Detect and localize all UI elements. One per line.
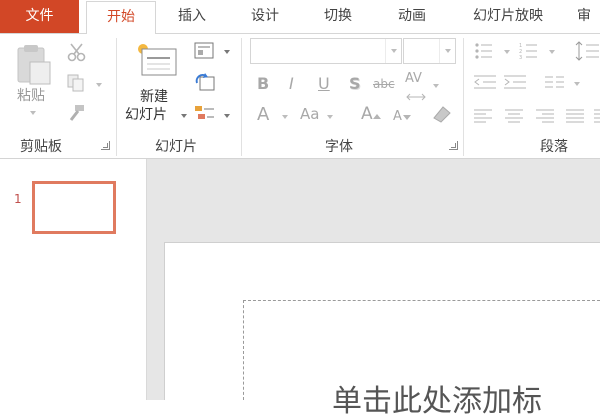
new-slide-dropdown-icon[interactable]	[181, 114, 187, 118]
paste-icon	[17, 45, 51, 85]
decrease-indent-icon	[474, 75, 496, 89]
group-divider	[116, 38, 117, 156]
group-label-slides: 幻灯片	[155, 139, 197, 155]
section-button[interactable]	[194, 104, 216, 128]
font-name-dropdown-icon[interactable]	[385, 39, 401, 63]
title-placeholder-text: 单击此处添加标	[332, 384, 542, 419]
group-divider	[241, 38, 242, 156]
shrink-arrow-icon	[403, 105, 411, 124]
align-right-icon	[536, 109, 554, 123]
clipboard-launcher-icon[interactable]	[101, 141, 110, 150]
cut-button[interactable]	[67, 42, 87, 66]
font-color-button[interactable]: A	[257, 106, 269, 124]
paste-button[interactable]	[14, 44, 54, 86]
columns-icon	[545, 76, 564, 88]
shrink-font-button[interactable]: A	[393, 110, 402, 123]
bullets-dropdown-icon[interactable]	[504, 50, 510, 54]
format-painter-icon	[69, 105, 84, 121]
group-label-clipboard: 剪贴板	[20, 139, 62, 155]
copy-icon	[67, 74, 84, 92]
ribbon-tab-bar: 文件 开始 插入 设计 切换 动画 幻灯片放映 审	[0, 0, 600, 34]
italic-button[interactable]: I	[289, 76, 294, 92]
slide-thumbnail[interactable]	[32, 181, 116, 234]
layout-button[interactable]	[194, 42, 216, 64]
paste-dropdown-icon[interactable]	[30, 111, 36, 115]
bullets-button[interactable]	[474, 42, 498, 64]
font-launcher-icon[interactable]	[449, 141, 458, 150]
align-center-button[interactable]	[505, 108, 525, 128]
scissors-icon	[67, 43, 86, 62]
change-case-button[interactable]: Aa	[300, 107, 319, 122]
new-slide-icon	[138, 44, 177, 76]
layout-icon	[194, 42, 214, 59]
justify-icon	[566, 109, 584, 123]
eraser-icon	[433, 106, 451, 123]
columns-dropdown-icon[interactable]	[574, 82, 580, 86]
line-spacing-icon	[575, 41, 599, 61]
bullets-icon	[475, 43, 492, 59]
tab-review[interactable]: 审	[577, 0, 600, 33]
character-spacing-button[interactable]: AV	[405, 72, 422, 85]
distribute-icon	[594, 109, 600, 123]
new-slide-button[interactable]	[134, 40, 180, 84]
tab-home[interactable]: 开始	[86, 1, 156, 34]
tab-slideshow[interactable]: 幻灯片放映	[458, 0, 558, 33]
new-slide-label-line2: 幻灯片	[125, 107, 167, 123]
font-color-dropdown-icon[interactable]	[282, 115, 288, 119]
section-icon	[195, 106, 214, 119]
align-left-button[interactable]	[474, 108, 494, 128]
numbering-dropdown-icon[interactable]	[549, 50, 555, 54]
font-size-dropdown-icon[interactable]	[439, 39, 455, 63]
paste-label: 粘贴	[17, 88, 45, 104]
strikethrough-button[interactable]: abc	[373, 78, 395, 90]
text-shadow-button[interactable]: S	[349, 76, 361, 92]
spacing-dropdown-icon[interactable]	[433, 84, 439, 88]
svg-text:3: 3	[519, 55, 522, 60]
spacing-arrow-icon	[405, 86, 427, 105]
grow-arrow-icon	[373, 104, 381, 123]
tab-transitions[interactable]: 切换	[308, 0, 368, 33]
group-label-font: 字体	[325, 139, 353, 155]
font-size-combo[interactable]	[403, 38, 456, 64]
numbering-button[interactable]: 1 2 3	[519, 42, 543, 64]
change-case-dropdown-icon[interactable]	[327, 115, 333, 119]
align-center-icon	[505, 109, 523, 123]
font-name-combo[interactable]	[250, 38, 402, 64]
reset-icon	[195, 73, 215, 91]
tab-file[interactable]: 文件	[0, 0, 79, 33]
bold-button[interactable]: B	[257, 76, 269, 92]
format-painter-button[interactable]	[66, 104, 86, 128]
copy-button[interactable]	[66, 73, 86, 97]
decrease-indent-button[interactable]	[474, 74, 498, 96]
align-right-button[interactable]	[536, 108, 556, 128]
distribute-button[interactable]	[594, 108, 600, 128]
tab-design[interactable]: 设计	[235, 0, 295, 33]
new-slide-label-line1: 新建	[140, 89, 168, 105]
slide-number: 1	[14, 192, 22, 206]
increase-indent-button[interactable]	[504, 74, 528, 96]
underline-button[interactable]: U	[318, 76, 330, 92]
layout-dropdown-icon[interactable]	[224, 50, 230, 54]
section-dropdown-icon[interactable]	[224, 114, 230, 118]
justify-button[interactable]	[566, 108, 586, 128]
columns-button[interactable]	[545, 74, 565, 96]
tab-animations[interactable]: 动画	[382, 0, 442, 33]
numbering-icon: 1 2 3	[519, 43, 537, 61]
clear-formatting-button[interactable]	[431, 104, 453, 128]
grow-font-button[interactable]: A	[361, 106, 373, 123]
reset-button[interactable]	[194, 73, 216, 97]
group-divider	[463, 38, 464, 156]
increase-indent-icon	[504, 75, 526, 89]
copy-dropdown-icon[interactable]	[96, 83, 102, 87]
align-left-icon	[474, 109, 492, 123]
line-spacing-button[interactable]	[575, 40, 600, 66]
group-label-paragraph: 段落	[540, 139, 568, 155]
tab-insert[interactable]: 插入	[162, 0, 222, 33]
